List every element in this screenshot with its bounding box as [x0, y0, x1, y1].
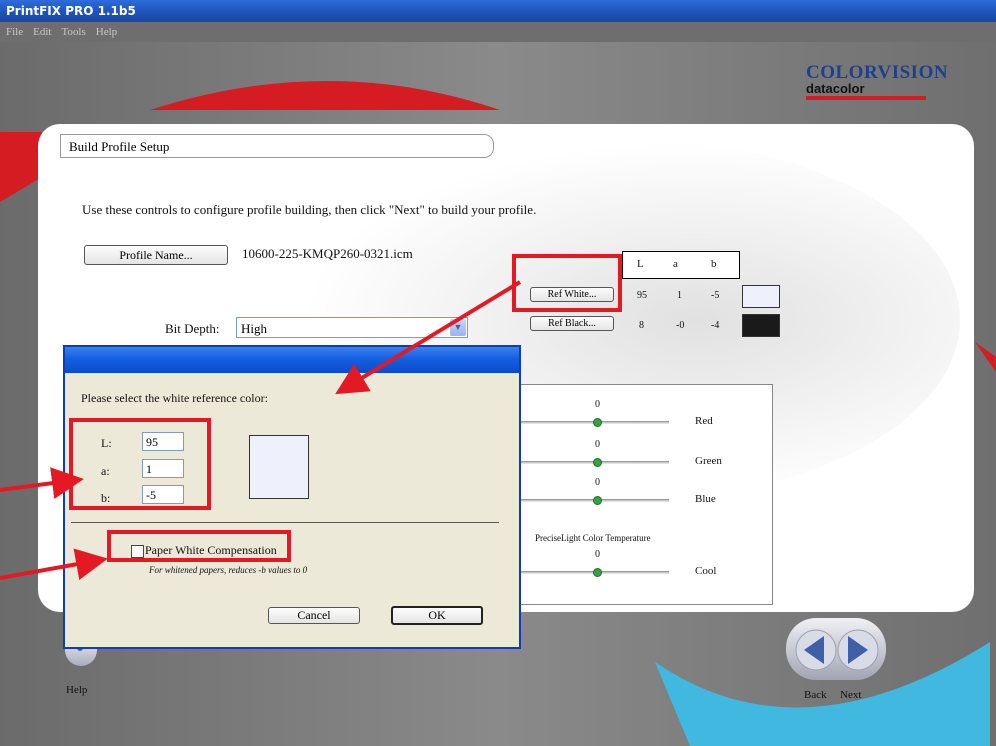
white-preview-swatch [249, 435, 309, 499]
color-temp-caption: PreciseLight Color Temperature [535, 533, 651, 543]
ref-white-a: 1 [677, 290, 682, 301]
slider-temp-thumb[interactable] [593, 568, 602, 577]
back-button[interactable] [794, 628, 838, 672]
dialog-prompt: Please select the white reference color: [81, 391, 268, 405]
slider-blue-thumb[interactable] [593, 496, 602, 505]
bit-depth-value: High [241, 321, 267, 336]
next-button[interactable] [836, 628, 880, 672]
ref-black-swatch [742, 314, 780, 337]
chevron-down-icon[interactable]: ▼ [450, 319, 466, 336]
title-bar: PrintFIX PRO 1.1b5 [0, 0, 996, 22]
color-adjust-panel: 0 Red 0 Green 0 Blue PreciseLight Color … [518, 384, 773, 605]
ref-black-button[interactable]: Ref Black... [530, 316, 614, 331]
window-title: PrintFIX PRO 1.1b5 [6, 4, 136, 18]
dialog-title-bar[interactable] [65, 347, 519, 373]
header-b: b [711, 258, 717, 270]
slider-green-thumb[interactable] [593, 458, 602, 467]
menu-bar: File Edit Tools Help [0, 22, 996, 42]
instructions-text: Use these controls to configure profile … [82, 202, 537, 217]
highlight-paper-white [107, 530, 291, 562]
help-label: Help [66, 684, 88, 696]
ref-white-b: -5 [711, 290, 720, 301]
highlight-lab-fields [69, 418, 211, 510]
header-a: a [673, 258, 678, 270]
profile-name-value: 10600-225-KMQP260-0321.icm [242, 246, 413, 261]
menu-file[interactable]: File [6, 26, 23, 38]
ref-black-a: -0 [676, 320, 685, 331]
bit-depth-select[interactable]: High ▼ [236, 317, 468, 338]
ref-black-l: 8 [639, 320, 644, 331]
slider-red-thumb[interactable] [593, 418, 602, 427]
ref-table-header: L a b [622, 251, 740, 279]
slider-red-value: 0 [595, 399, 600, 410]
section-title: Build Profile Setup [60, 134, 494, 158]
highlight-ref-white [512, 254, 622, 312]
ok-button[interactable]: OK [391, 606, 483, 625]
bit-depth-label: Bit Depth: [165, 321, 220, 336]
ref-white-l: 95 [637, 290, 647, 301]
menu-edit[interactable]: Edit [33, 26, 51, 38]
slider-blue-label: Blue [695, 493, 716, 505]
brand-logo: COLORVISION datacolor [806, 62, 948, 102]
profile-name-button[interactable]: Profile Name... [84, 245, 228, 265]
slider-green-label: Green [695, 455, 722, 467]
dialog-divider [71, 522, 499, 523]
slider-temp-value: 0 [595, 549, 600, 560]
paper-white-note: For whitened papers, reduces -b values t… [149, 565, 308, 575]
slider-green-value: 0 [595, 439, 600, 450]
back-label: Back [804, 689, 827, 701]
ref-white-swatch [742, 285, 780, 308]
slider-blue-value: 0 [595, 477, 600, 488]
cancel-button[interactable]: Cancel [268, 607, 360, 624]
slider-red-label: Red [695, 415, 713, 427]
slider-temp-label: Cool [695, 565, 717, 577]
menu-tools[interactable]: Tools [61, 26, 85, 38]
ref-black-b: -4 [711, 320, 720, 331]
header-l: L [637, 258, 644, 270]
next-label: Next [840, 689, 862, 701]
menu-help[interactable]: Help [96, 26, 117, 38]
